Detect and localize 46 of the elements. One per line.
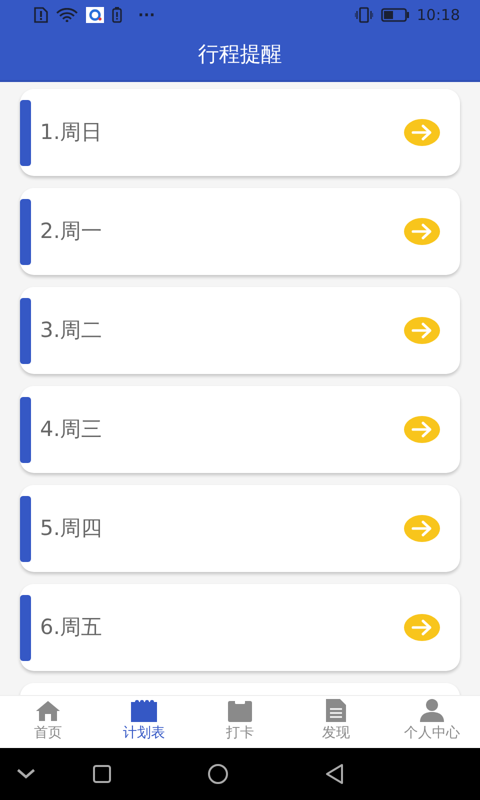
app-icon — [86, 7, 104, 23]
arrow-right-icon[interactable] — [404, 515, 440, 542]
overflow-indicator: ··· — [138, 4, 156, 26]
arrow-right-icon[interactable] — [404, 317, 440, 344]
battery-alert-icon — [112, 7, 122, 23]
day-card[interactable]: 4.周三 — [20, 386, 460, 473]
arrow-right-icon[interactable] — [404, 614, 440, 641]
accent-bar — [20, 496, 31, 562]
day-card[interactable]: 3.周二 — [20, 287, 460, 374]
home-icon — [34, 698, 62, 723]
day-label: 6.周五 — [40, 614, 104, 641]
wifi-icon — [56, 8, 78, 22]
sim-alert-icon — [34, 7, 48, 23]
tab[interactable]: 个人中心 — [384, 696, 480, 748]
accent-bar — [20, 198, 31, 264]
arrow-right-icon[interactable] — [404, 119, 440, 146]
square-icon[interactable] — [92, 764, 112, 784]
tab[interactable]: 计划表 — [96, 696, 192, 748]
tab[interactable]: 发现 — [288, 696, 384, 748]
status-time: 10:18 — [416, 4, 460, 26]
accent-bar — [20, 100, 31, 166]
battery-icon — [380, 8, 409, 22]
page-title: 行程提醒 — [198, 41, 282, 68]
arrow-right-icon[interactable] — [404, 218, 440, 245]
day-card[interactable]: 1.周日 — [20, 89, 460, 176]
day-label: 4.周三 — [40, 416, 104, 443]
vibrate-icon — [354, 7, 373, 23]
day-card[interactable]: 6.周五 — [20, 584, 460, 671]
home-circle-icon[interactable] — [207, 763, 229, 785]
tab[interactable]: 首页 — [0, 696, 96, 748]
day-label: 3.周二 — [40, 316, 104, 344]
accent-bar — [20, 594, 31, 660]
day-label: 1.周日 — [40, 118, 104, 146]
person-icon — [418, 698, 446, 723]
arrow-right-icon[interactable] — [404, 416, 440, 443]
day-label: 2.周一 — [40, 218, 104, 245]
tab[interactable]: 打卡 — [192, 696, 288, 748]
day-label: 5.周四 — [40, 514, 104, 542]
accent-bar — [20, 298, 31, 364]
back-icon[interactable] — [324, 763, 344, 785]
accent-bar — [20, 396, 31, 462]
day-card[interactable]: 2.周一 — [20, 188, 460, 275]
calendar-icon — [130, 698, 158, 723]
chevron-down-icon[interactable] — [16, 768, 36, 780]
clipboard-icon — [226, 698, 254, 723]
day-card[interactable]: 5.周四 — [20, 485, 460, 572]
